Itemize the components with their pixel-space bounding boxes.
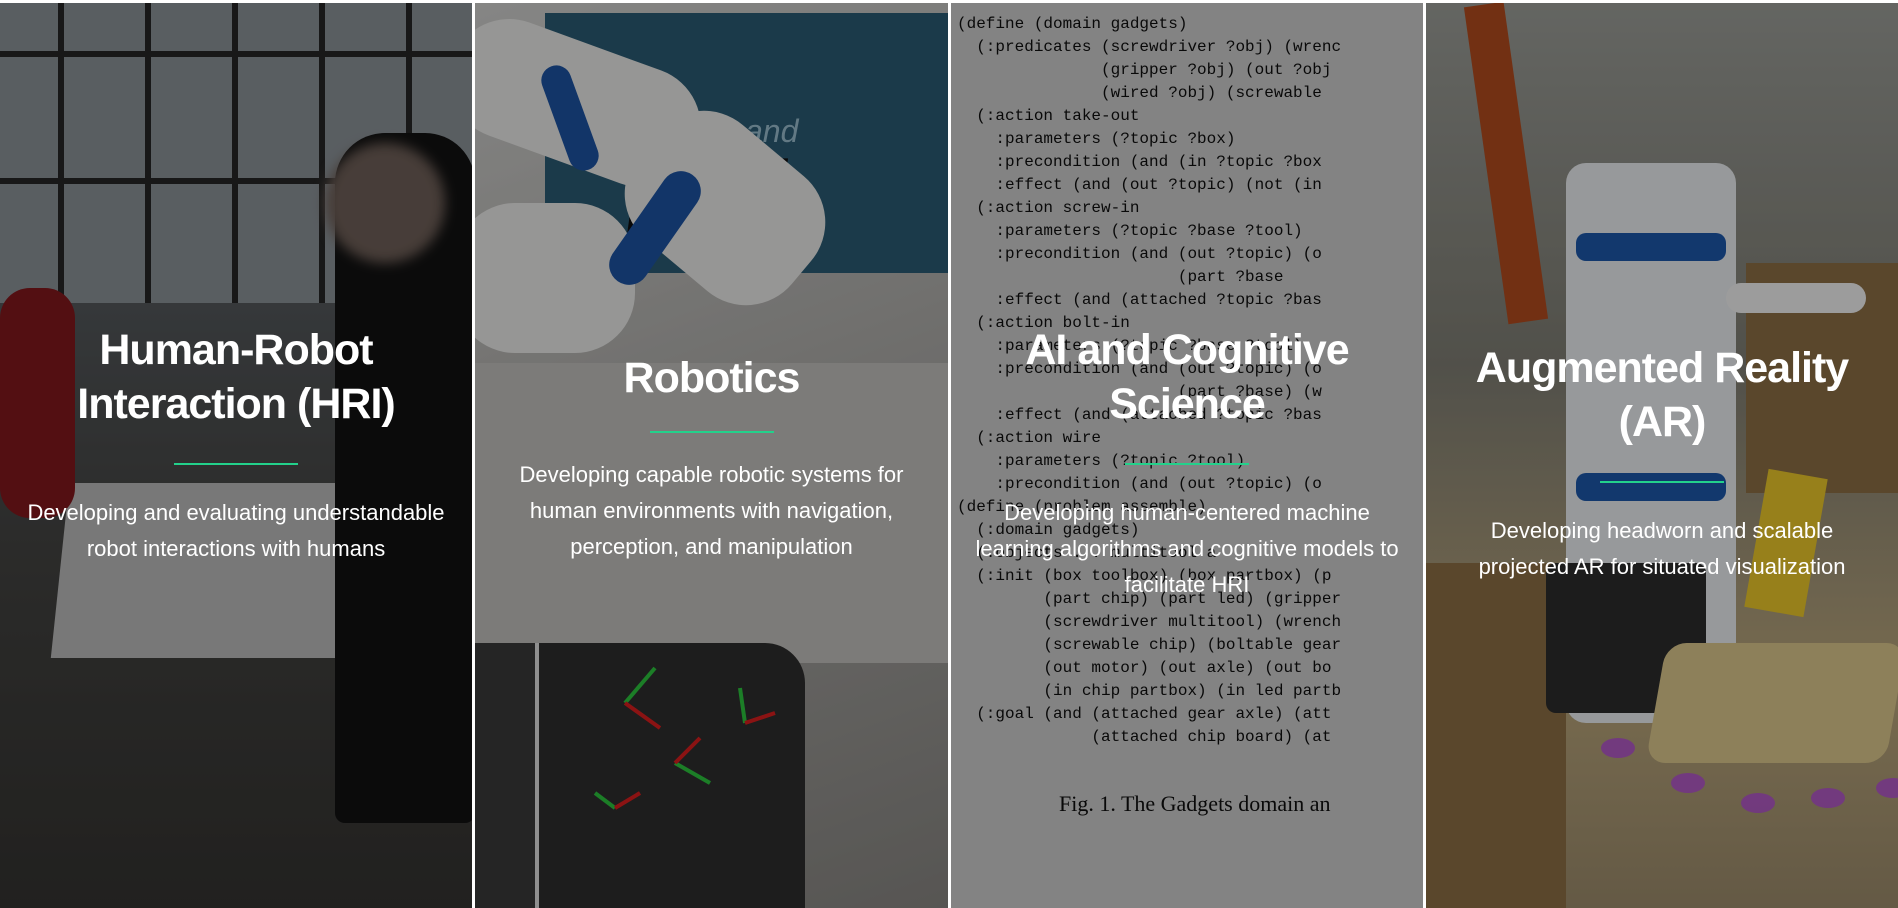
title-underline: [174, 463, 298, 465]
title-underline: [649, 431, 774, 433]
card-title: Robotics: [623, 354, 801, 402]
card-description: Developing human-centered machine learni…: [975, 500, 1399, 597]
research-card-robotics[interactable]: and EM: [475, 3, 948, 908]
card-title: AI and Cognitive Science: [1025, 326, 1349, 428]
title-underline: [1600, 481, 1724, 483]
card-description: Developing capable robotic systems for h…: [519, 462, 904, 559]
card-description: Developing headworn and scalable project…: [1478, 518, 1846, 579]
card-title: Augmented Reality (AR): [1475, 344, 1849, 446]
research-areas-grid: Human-Robot Interaction (HRI) Developing…: [0, 0, 1898, 908]
title-underline: [1125, 463, 1249, 465]
research-card-ai-cognitive-science[interactable]: (define (domain gadgets) (:predicates (s…: [951, 3, 1423, 908]
research-card-ar[interactable]: Augmented Reality (AR) Developing headwo…: [1426, 3, 1898, 908]
robotics-caption: Robotics Developing capable robotic syst…: [475, 351, 948, 565]
card-title: Human-Robot Interaction (HRI): [77, 326, 395, 428]
hri-caption: Human-Robot Interaction (HRI) Developing…: [0, 323, 472, 567]
research-card-hri[interactable]: Human-Robot Interaction (HRI) Developing…: [0, 3, 472, 908]
ar-caption: Augmented Reality (AR) Developing headwo…: [1426, 341, 1898, 585]
ai-caption: AI and Cognitive Science Developing huma…: [951, 323, 1423, 603]
card-description: Developing and evaluating understandable…: [27, 500, 445, 561]
